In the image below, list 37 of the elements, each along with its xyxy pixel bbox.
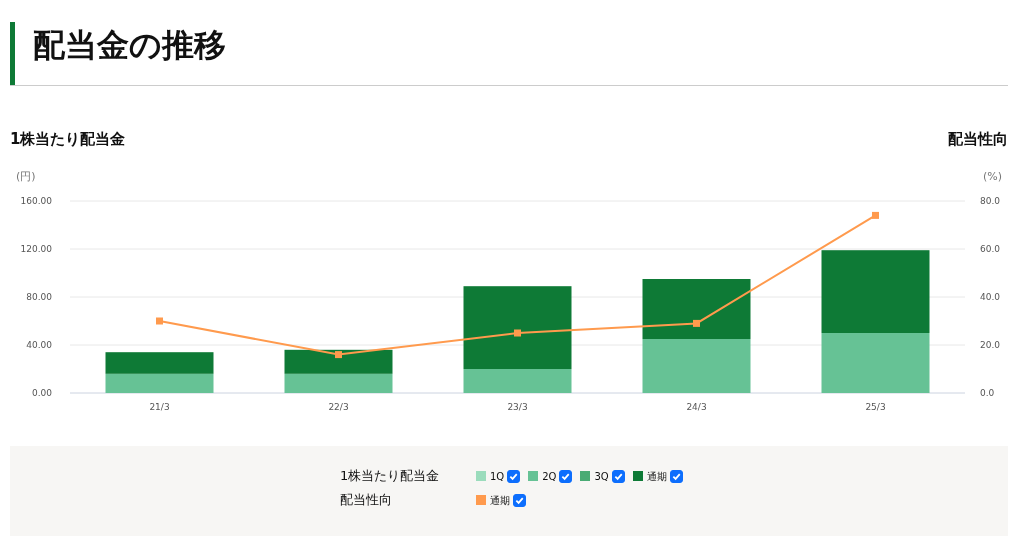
axis-tick-label: 40.0 bbox=[980, 292, 1001, 302]
data-point bbox=[693, 319, 700, 327]
axis-tick-label: 80.00 bbox=[26, 292, 52, 302]
axis-tick-label: 0.00 bbox=[31, 388, 52, 398]
axis-tick-label: 21/3 bbox=[149, 402, 170, 412]
checkbox[interactable] bbox=[611, 469, 625, 483]
checkbox[interactable] bbox=[513, 493, 526, 507]
checkbox[interactable] bbox=[669, 469, 683, 483]
axis-tick-label: 160.00 bbox=[20, 196, 52, 206]
data-point bbox=[514, 329, 521, 337]
axis-tick-label: 23/3 bbox=[507, 402, 528, 412]
data-point bbox=[872, 211, 879, 219]
axis-tick-label: 80.0 bbox=[980, 196, 1001, 206]
legend-label: 通期 bbox=[646, 469, 667, 484]
axis-tick-label: 22/3 bbox=[328, 402, 349, 412]
axis-tick-label: 40.00 bbox=[26, 340, 52, 350]
unit-label: (円) bbox=[16, 168, 36, 185]
axis-tick-label: 20.0 bbox=[980, 340, 1001, 350]
data-point bbox=[335, 351, 342, 359]
legend-group-label: 配当性向 bbox=[340, 491, 393, 510]
unit-label: (%) bbox=[982, 168, 1002, 185]
axis-tick-label: 120.00 bbox=[20, 244, 52, 254]
axis-tick-label: 24/3 bbox=[686, 402, 707, 412]
legend-label: 3Q bbox=[594, 469, 609, 484]
axis-tick-label: 0.0 bbox=[980, 388, 995, 398]
legend-label: 通期 bbox=[490, 493, 510, 508]
axis-title: 配当性向 bbox=[948, 129, 1008, 150]
legend-label: 1Q bbox=[490, 469, 505, 484]
axis-title: 1株当たり配当金 bbox=[10, 129, 126, 150]
data-point bbox=[156, 317, 163, 325]
checkbox[interactable] bbox=[507, 469, 521, 483]
page-title: 配当金の推移 bbox=[10, 22, 226, 85]
legend-label: 2Q bbox=[542, 469, 557, 484]
axis-tick-label: 25/3 bbox=[865, 402, 886, 412]
axis-tick-label: 60.0 bbox=[980, 244, 1001, 254]
legend-group-label: 1株当たり配当金 bbox=[340, 467, 441, 486]
checkbox[interactable] bbox=[559, 469, 573, 483]
